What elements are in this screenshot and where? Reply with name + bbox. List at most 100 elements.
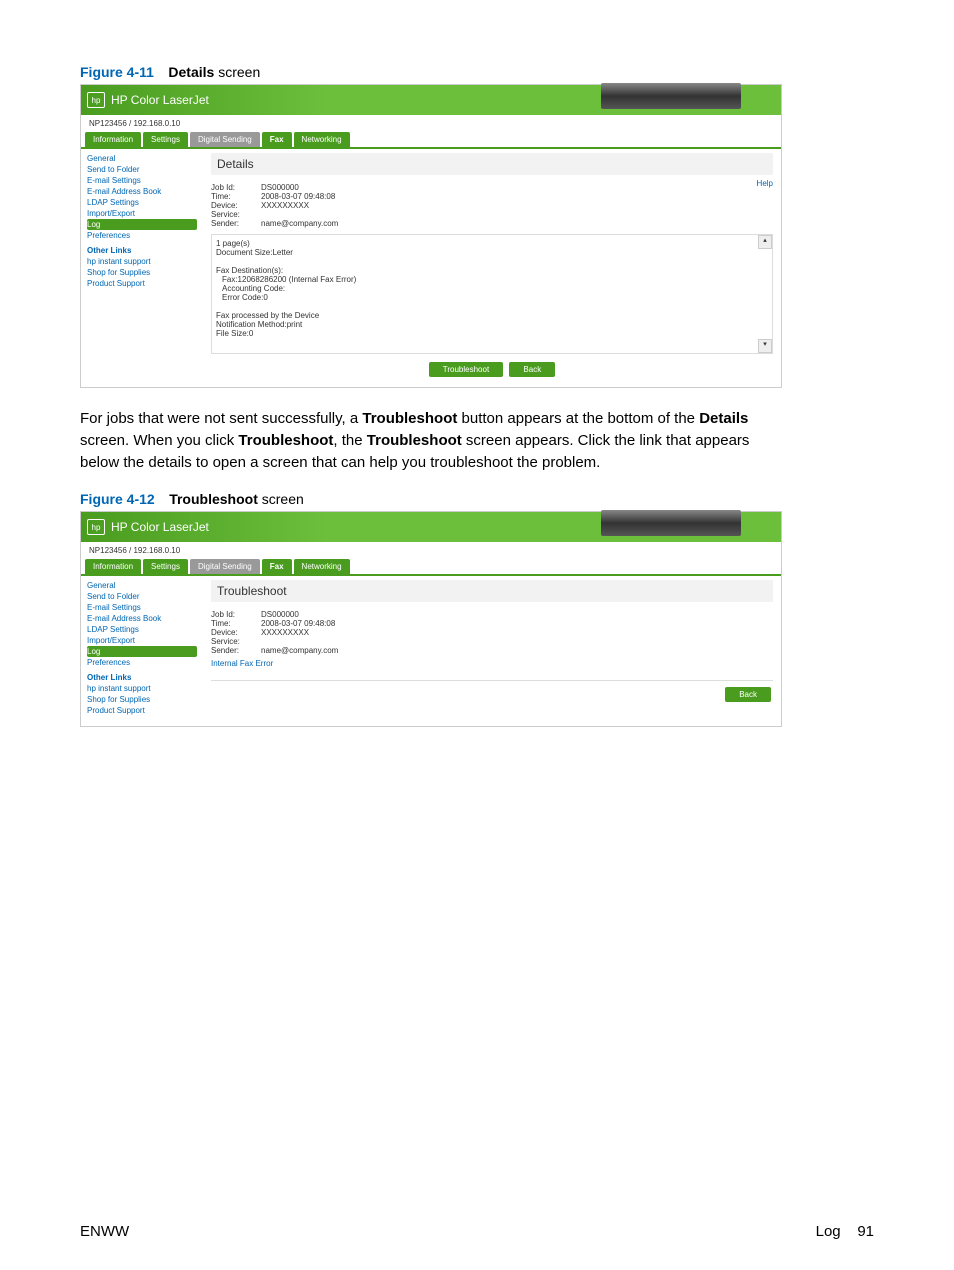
bold-troubleshoot-3: Troubleshoot [367, 432, 462, 449]
sidebar-item-instant-support-2[interactable]: hp instant support [87, 683, 197, 694]
sidebar-header-other-2: Other Links [87, 672, 197, 683]
sidebar-item-product-support-2[interactable]: Product Support [87, 705, 197, 716]
sidebar-item-ldap-2[interactable]: LDAP Settings [87, 624, 197, 635]
fsize-line: File Size:0 [216, 329, 768, 338]
sidebar-item-email-settings[interactable]: E-mail Settings [87, 175, 197, 186]
host-info: NP123456 / 192.168.0.10 [81, 115, 781, 132]
label-time-2: Time: [211, 619, 261, 628]
sidebar-item-import-export[interactable]: Import/Export [87, 208, 197, 219]
help-link[interactable]: Help [757, 179, 773, 188]
value-sender: name@company.com [261, 219, 338, 228]
tab-fax-2[interactable]: Fax [262, 559, 292, 574]
docsize-line: Document Size:Letter [216, 248, 768, 257]
tab-fax[interactable]: Fax [262, 132, 292, 147]
figure-title-rest: screen [214, 64, 260, 80]
label-jobid-2: Job Id: [211, 610, 261, 619]
figure-number: Figure 4-11 [80, 64, 154, 80]
sidebar-item-email-address-book-2[interactable]: E-mail Address Book [87, 613, 197, 624]
content-area-2: Troubleshoot Job Id:DS000000 Time:2008-0… [203, 576, 781, 726]
printer-image-2 [601, 510, 741, 536]
value-device: XXXXXXXXX [261, 201, 309, 210]
bold-details: Details [699, 410, 748, 427]
panel-title: Details [211, 153, 773, 175]
troubleshoot-screenshot: hp HP Color LaserJet NP123456 / 192.168.… [80, 511, 782, 727]
value-time-2: 2008-03-07 09:48:08 [261, 619, 335, 628]
value-jobid: DS000000 [261, 183, 299, 192]
figure-number-2: Figure 4-12 [80, 491, 155, 507]
sidebar-item-product-support[interactable]: Product Support [87, 278, 197, 289]
label-device-2: Device: [211, 628, 261, 637]
tab-information[interactable]: Information [85, 132, 141, 147]
sidebar-item-log-2[interactable]: Log [87, 646, 197, 657]
hp-logo-icon: hp [87, 92, 105, 108]
sidebar-item-send-to-folder[interactable]: Send to Folder [87, 164, 197, 175]
proc-line: Fax processed by the Device [216, 311, 768, 320]
tab-strip: Information Settings Digital Sending Fax… [81, 132, 781, 149]
tab-settings[interactable]: Settings [143, 132, 188, 147]
product-name-2: HP Color LaserJet [111, 520, 209, 534]
notif-line: Notification Method:print [216, 320, 768, 329]
sidebar-item-import-export-2[interactable]: Import/Export [87, 635, 197, 646]
header-bar-2: hp HP Color LaserJet [81, 512, 781, 542]
panel-title-2: Troubleshoot [211, 580, 773, 602]
product-name: HP Color LaserJet [111, 93, 209, 107]
figure-title-bold: Details [168, 64, 214, 80]
label-sender-2: Sender: [211, 646, 261, 655]
troubleshoot-button[interactable]: Troubleshoot [429, 362, 503, 377]
sidebar-item-ldap[interactable]: LDAP Settings [87, 197, 197, 208]
label-time: Time: [211, 192, 261, 201]
tab-information-2[interactable]: Information [85, 559, 141, 574]
pages-line: 1 page(s) [216, 239, 768, 248]
value-device-2: XXXXXXXXX [261, 628, 309, 637]
body-paragraph: For jobs that were not sent successfully… [80, 408, 780, 473]
printer-image [601, 83, 741, 109]
sidebar-item-send-to-folder-2[interactable]: Send to Folder [87, 591, 197, 602]
tab-digital-sending[interactable]: Digital Sending [190, 132, 260, 147]
sidebar-item-preferences[interactable]: Preferences [87, 230, 197, 241]
sidebar-item-email-settings-2[interactable]: E-mail Settings [87, 602, 197, 613]
sidebar-item-instant-support[interactable]: hp instant support [87, 256, 197, 267]
tab-networking-2[interactable]: Networking [294, 559, 350, 574]
dest-header: Fax Destination(s): [216, 266, 768, 275]
sidebar-item-log[interactable]: Log [87, 219, 197, 230]
sidebar-item-general[interactable]: General [87, 153, 197, 164]
label-sender: Sender: [211, 219, 261, 228]
scroll-up-icon[interactable]: ▴ [758, 235, 772, 249]
sidebar-item-general-2[interactable]: General [87, 580, 197, 591]
tab-networking[interactable]: Networking [294, 132, 350, 147]
details-screenshot: hp HP Color LaserJet NP123456 / 192.168.… [80, 84, 782, 388]
sidebar-item-shop[interactable]: Shop for Supplies [87, 267, 197, 278]
footer-right: Log 91 [816, 1223, 874, 1240]
body-area-2: General Send to Folder E-mail Settings E… [81, 576, 781, 726]
label-service-2: Service: [211, 637, 261, 646]
hp-logo-icon-2: hp [87, 519, 105, 535]
tab-digital-sending-2[interactable]: Digital Sending [190, 559, 260, 574]
back-button[interactable]: Back [509, 362, 555, 377]
label-device: Device: [211, 201, 261, 210]
sidebar-item-shop-2[interactable]: Shop for Supplies [87, 694, 197, 705]
err-line: Error Code:0 [216, 293, 768, 302]
tab-settings-2[interactable]: Settings [143, 559, 188, 574]
tab-strip-2: Information Settings Digital Sending Fax… [81, 559, 781, 576]
details-box: ▴ 1 page(s) Document Size:Letter Fax Des… [211, 234, 773, 354]
figure-title-bold-2: Troubleshoot [169, 491, 258, 507]
page-footer: ENWW Log 91 [80, 1223, 874, 1240]
sidebar: General Send to Folder E-mail Settings E… [81, 149, 203, 387]
acct-line: Accounting Code: [216, 284, 768, 293]
figure-title-rest-2: screen [258, 491, 304, 507]
content-area: Details Help Job Id:DS000000 Time:2008-0… [203, 149, 781, 387]
value-sender-2: name@company.com [261, 646, 338, 655]
error-link[interactable]: Internal Fax Error [211, 659, 273, 668]
host-info-2: NP123456 / 192.168.0.10 [81, 542, 781, 559]
bold-troubleshoot-2: Troubleshoot [238, 432, 333, 449]
sidebar-item-preferences-2[interactable]: Preferences [87, 657, 197, 668]
scroll-down-icon[interactable]: ▾ [758, 339, 772, 353]
sidebar-item-email-address-book[interactable]: E-mail Address Book [87, 186, 197, 197]
value-time: 2008-03-07 09:48:08 [261, 192, 335, 201]
body-area: General Send to Folder E-mail Settings E… [81, 149, 781, 387]
back-button-2[interactable]: Back [725, 687, 771, 702]
dest-line: Fax:12068286200 (Internal Fax Error) [216, 275, 768, 284]
label-jobid: Job Id: [211, 183, 261, 192]
sidebar-header-other: Other Links [87, 245, 197, 256]
bold-troubleshoot-1: Troubleshoot [362, 410, 457, 427]
